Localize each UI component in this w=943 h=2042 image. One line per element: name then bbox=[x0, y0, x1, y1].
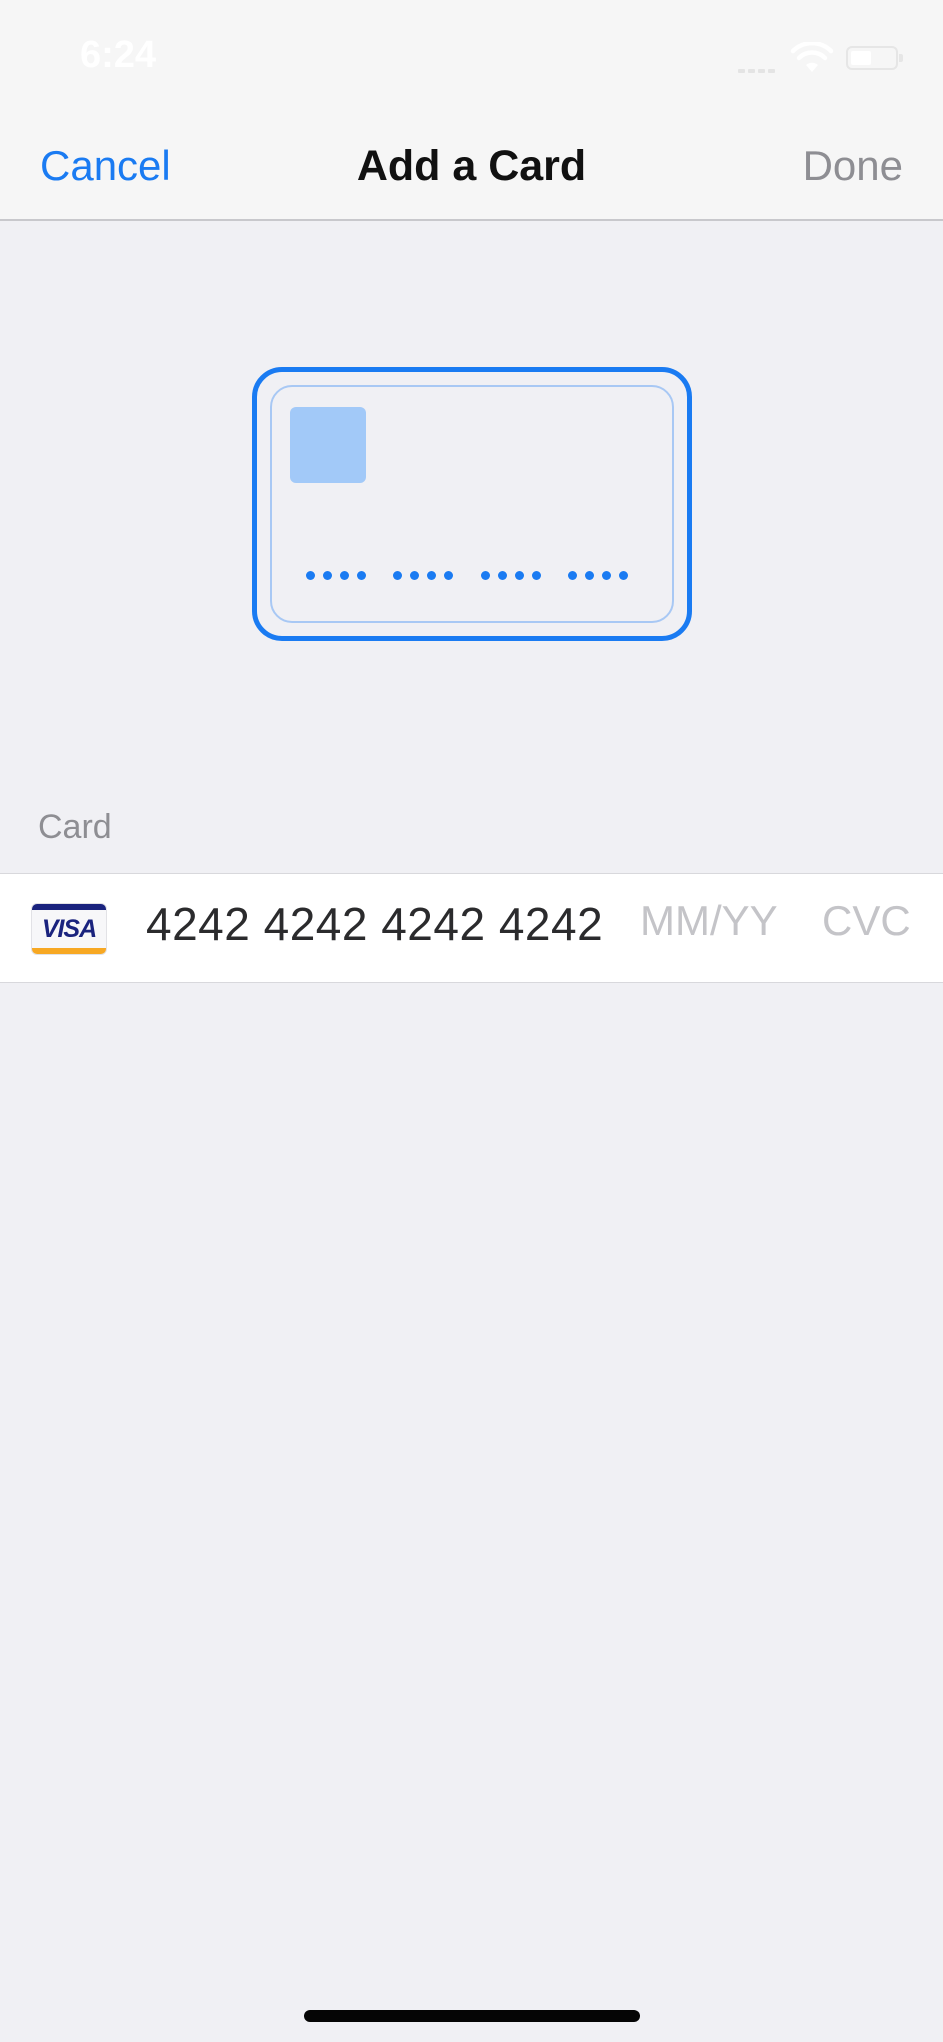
card-inner-border bbox=[270, 385, 674, 623]
cancel-button[interactable]: Cancel bbox=[40, 142, 171, 190]
visa-brand-label: VISA bbox=[41, 915, 97, 943]
navigation-bar: Cancel Add a Card Done bbox=[0, 120, 943, 221]
card-chip-icon bbox=[290, 407, 366, 483]
section-header-card: Card bbox=[38, 808, 112, 846]
status-bar: 6:24 bbox=[0, 0, 943, 120]
battery-icon bbox=[846, 46, 903, 70]
wifi-icon bbox=[790, 42, 834, 72]
card-number-dots bbox=[306, 567, 651, 585]
visa-icon: VISA bbox=[32, 904, 106, 954]
credit-card-icon bbox=[252, 367, 692, 641]
home-indicator[interactable] bbox=[304, 2010, 640, 2022]
expiry-field[interactable] bbox=[640, 897, 790, 945]
cellular-signal-icon bbox=[738, 60, 778, 78]
cvc-field[interactable] bbox=[822, 897, 922, 945]
card-input-row[interactable]: VISA bbox=[0, 873, 943, 983]
card-number-field[interactable] bbox=[146, 897, 616, 951]
done-button[interactable]: Done bbox=[803, 142, 903, 190]
status-time: 6:24 bbox=[80, 34, 157, 76]
